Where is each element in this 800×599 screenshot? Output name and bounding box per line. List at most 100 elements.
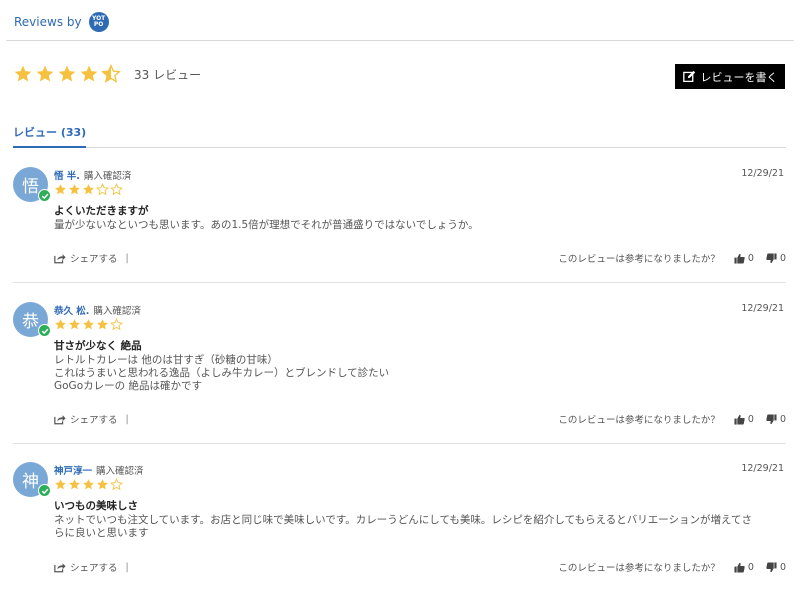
thumbs-down-icon	[766, 252, 777, 263]
review-stars	[54, 318, 124, 331]
thumbs-down-button[interactable]: 0	[766, 253, 786, 264]
verified-buyer-label: 購入確認済	[96, 466, 144, 477]
thumbs-up-count: 0	[747, 413, 754, 425]
separator: |	[125, 561, 129, 573]
star-filled-icon	[83, 479, 94, 490]
helpful-votes: このレビューは参考になりましたか？ 0 0	[558, 560, 786, 575]
thumbs-up-button[interactable]: 0	[734, 562, 754, 573]
star-filled-icon	[80, 65, 98, 82]
review-title: 甘さが少なく 絶品	[54, 340, 142, 352]
check-icon	[41, 328, 48, 334]
star-filled-icon	[97, 479, 108, 490]
reviews-by-label: Reviews by	[14, 15, 82, 29]
review-footer: シェアする | このレビューは参考になりましたか？ 0 0	[54, 560, 786, 574]
verified-check-icon	[38, 484, 51, 497]
review-stars	[54, 183, 124, 196]
thumbs-down-button[interactable]: 0	[766, 414, 786, 425]
reviews-by: Reviews by YOT PO	[14, 12, 109, 32]
thumbs-down-count: 0	[779, 252, 786, 264]
star-filled-icon	[55, 184, 66, 195]
verified-check-icon	[38, 189, 51, 202]
review-item: 神 神戸淳一 購入確認済 12/29/21 いつもの美味しさ ネットでいつも注文し…	[13, 462, 786, 592]
helpful-votes: このレビューは参考になりましたか？ 0 0	[558, 412, 786, 427]
thumbs-down-icon	[766, 413, 777, 424]
star-filled-icon	[83, 184, 94, 195]
share-icon	[54, 253, 66, 263]
star-filled-icon	[97, 319, 108, 330]
review-date: 12/29/21	[741, 168, 784, 179]
helpful-question: このレビューは参考になりましたか？	[558, 563, 720, 574]
write-review-button[interactable]: レビューを書く	[675, 64, 785, 89]
reviewer-line: 悟 半. 購入確認済	[54, 168, 131, 182]
review-footer: シェアする | このレビューは参考になりましたか？ 0 0	[54, 412, 786, 426]
star-filled-icon	[69, 479, 80, 490]
thumbs-down-count: 0	[779, 561, 786, 573]
yotpo-logo-icon[interactable]: YOT PO	[88, 12, 109, 32]
tab-reviews[interactable]: レビュー (33)	[13, 122, 87, 148]
star-empty-icon	[110, 318, 123, 331]
separator: |	[125, 413, 129, 425]
star-filled-icon	[69, 184, 80, 195]
thumbs-up-button[interactable]: 0	[734, 414, 754, 425]
share-icon	[54, 414, 66, 424]
review-body-line: これはうまいと思われる逸品（よしみ牛カレー）とブレンドして診たい	[54, 367, 390, 379]
thumbs-down-count: 0	[779, 413, 786, 425]
review-count: 33 レビュー	[134, 67, 202, 82]
reviewer-name: 悟 半.	[54, 171, 80, 182]
verified-buyer-label: 購入確認済	[93, 306, 141, 317]
thumbs-down-icon	[766, 561, 777, 572]
review-body-line: GoGoカレーの 絶品は確かです	[54, 380, 202, 392]
share-button[interactable]: シェアする |	[54, 412, 129, 426]
review-title: いつもの美味しさ	[54, 500, 138, 512]
review-date: 12/29/21	[741, 463, 784, 474]
thumbs-up-icon	[734, 253, 745, 264]
star-empty-icon	[110, 478, 123, 491]
reviewer-line: 恭久 松. 購入確認済	[54, 303, 141, 317]
star-filled-icon	[69, 319, 80, 330]
share-button[interactable]: シェアする |	[54, 560, 129, 574]
helpful-question: このレビューは参考になりましたか？	[558, 415, 720, 426]
thumbs-up-count: 0	[747, 561, 754, 573]
reviewer-line: 神戸淳一 購入確認済	[54, 463, 144, 477]
share-button[interactable]: シェアする |	[54, 251, 129, 265]
star-filled-icon	[36, 65, 54, 82]
thumbs-up-icon	[734, 562, 745, 573]
review-body-line: 量が少ないなといつも思います。あの1.5倍が理想でそれが普通盛りではないでしょう…	[54, 219, 479, 231]
star-empty-icon	[110, 183, 123, 196]
thumbs-up-icon	[734, 414, 745, 425]
tab-bar: レビュー (33)	[13, 122, 786, 148]
star-filled-icon	[58, 65, 76, 82]
verified-buyer-label: 購入確認済	[83, 171, 132, 182]
check-icon	[41, 488, 48, 494]
star-filled-icon	[83, 319, 94, 330]
star-filled-icon	[55, 479, 66, 490]
check-icon	[41, 193, 48, 199]
pencil-square-icon	[682, 70, 695, 83]
share-label: シェアする	[70, 254, 118, 265]
reviewer-name: 神戸淳一	[54, 466, 93, 477]
review-title: よくいただきますが	[54, 205, 149, 217]
review-body-line: らに良いと思います	[54, 527, 149, 539]
verified-check-icon	[38, 324, 51, 337]
review-body-line: レトルトカレーは 他のは甘すぎ（砂糖の甘味）	[54, 354, 278, 366]
helpful-question: このレビューは参考になりましたか？	[558, 254, 720, 265]
thumbs-up-button[interactable]: 0	[734, 253, 754, 264]
review-body: レトルトカレーは 他のは甘すぎ（砂糖の甘味） これはうまいと思われる逸品（よしみ牛…	[54, 354, 784, 393]
review-body: 量が少ないなといつも思います。あの1.5倍が理想でそれが普通盛りではないでしょう…	[54, 219, 784, 232]
star-half-icon	[101, 64, 121, 83]
star-filled-icon	[14, 65, 32, 82]
review-item: 悟 悟 半. 購入確認済 12/29/21 よくいただきますが 量が少ないなといつ…	[13, 167, 786, 283]
summary-stars	[13, 64, 123, 84]
reviewer-name: 恭久 松.	[54, 306, 90, 317]
review-body-line: ネットでいつも注文しています。お店と同じ味で美味しいです。カレーうどんにしても美…	[54, 514, 753, 526]
review-stars	[54, 478, 124, 491]
helpful-votes: このレビューは参考になりましたか？ 0 0	[558, 251, 786, 266]
star-empty-icon	[96, 183, 109, 196]
review-date: 12/29/21	[741, 303, 784, 314]
star-filled-icon	[55, 319, 66, 330]
thumbs-down-button[interactable]: 0	[766, 562, 786, 573]
share-label: シェアする	[70, 563, 118, 574]
rating-summary: 33 レビュー	[13, 64, 201, 84]
review-item: 恭 恭久 松. 購入確認済 12/29/21 甘さが少なく 絶品 レトルトカレーは…	[13, 302, 786, 444]
top-bar: Reviews by YOT PO	[6, 0, 794, 41]
